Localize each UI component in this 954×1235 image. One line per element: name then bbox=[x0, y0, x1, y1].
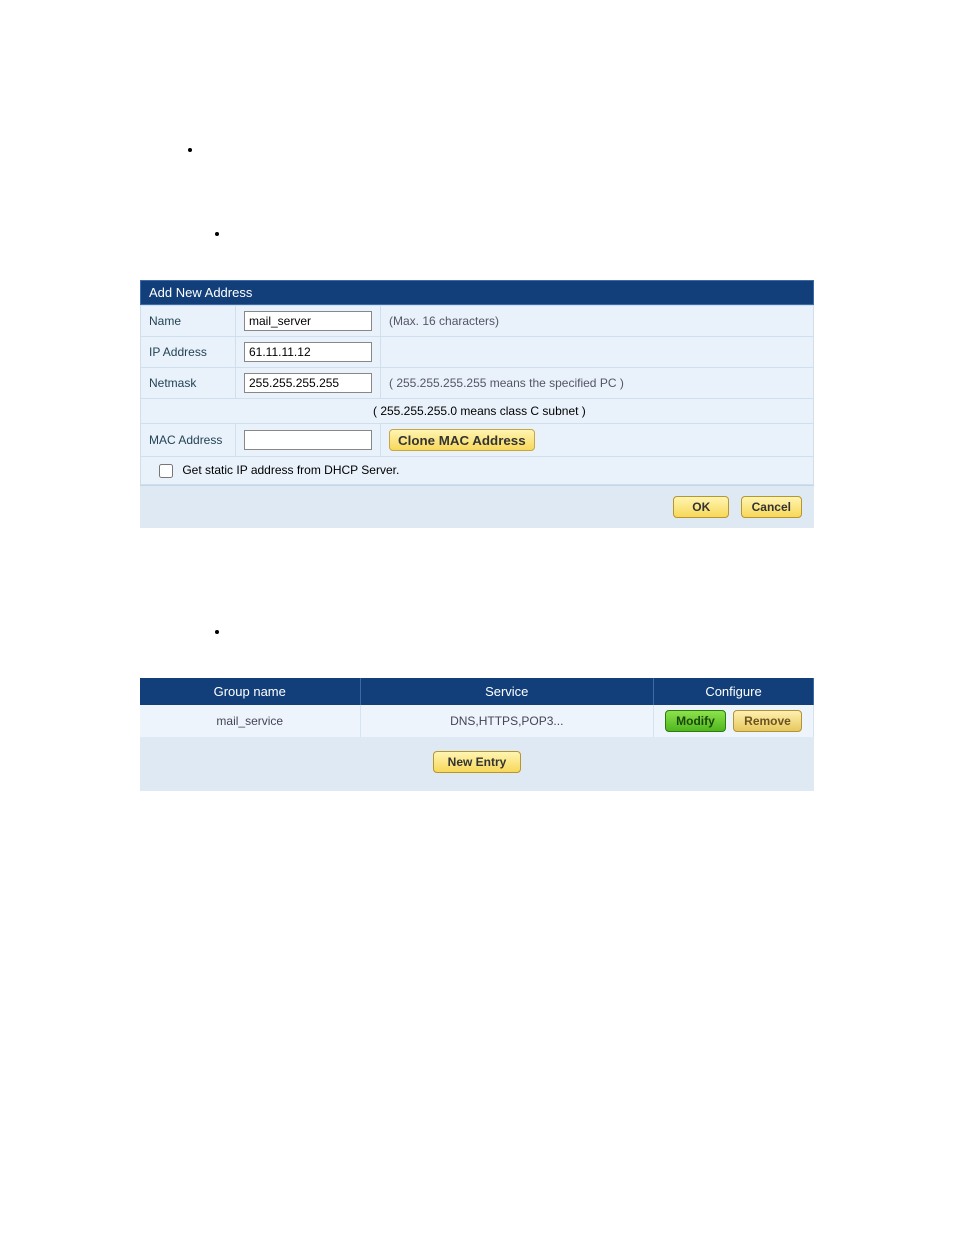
col-group-name: Group name bbox=[140, 678, 360, 705]
ip-label: IP Address bbox=[141, 337, 236, 368]
form-action-bar: OK Cancel bbox=[140, 485, 814, 528]
netmask-hint2: ( 255.255.255.0 means class C subnet ) bbox=[141, 399, 814, 424]
address-form-table: Name (Max. 16 characters) IP Address Net… bbox=[140, 305, 814, 485]
bullet-dot bbox=[215, 630, 219, 634]
dhcp-checkbox-label[interactable]: Get static IP address from DHCP Server. bbox=[159, 463, 399, 477]
service-group-panel: Group name Service Configure mail_servic… bbox=[140, 678, 814, 791]
netmask-input[interactable] bbox=[244, 373, 372, 393]
name-hint: (Max. 16 characters) bbox=[381, 306, 814, 337]
modify-button[interactable]: Modify bbox=[665, 710, 726, 732]
cancel-button[interactable]: Cancel bbox=[741, 496, 802, 518]
name-input[interactable] bbox=[244, 311, 372, 331]
cell-service: DNS,HTTPS,POP3... bbox=[360, 705, 654, 737]
remove-button[interactable]: Remove bbox=[733, 710, 802, 732]
bullet-dot bbox=[188, 148, 192, 152]
netmask-hint1: ( 255.255.255.255 means the specified PC… bbox=[381, 368, 814, 399]
netmask-label: Netmask bbox=[141, 368, 236, 399]
table-row: mail_service DNS,HTTPS,POP3... Modify Re… bbox=[140, 705, 814, 737]
ip-input[interactable] bbox=[244, 342, 372, 362]
cell-group-name: mail_service bbox=[140, 705, 360, 737]
col-configure: Configure bbox=[654, 678, 814, 705]
dhcp-checkbox[interactable] bbox=[159, 464, 173, 478]
service-group-table: Group name Service Configure mail_servic… bbox=[140, 678, 814, 737]
panel-title: Add New Address bbox=[140, 280, 814, 305]
ok-button[interactable]: OK bbox=[673, 496, 729, 518]
col-service: Service bbox=[360, 678, 654, 705]
name-label: Name bbox=[141, 306, 236, 337]
clone-mac-button[interactable]: Clone MAC Address bbox=[389, 429, 535, 451]
dhcp-label-text: Get static IP address from DHCP Server. bbox=[182, 463, 399, 477]
mac-input[interactable] bbox=[244, 430, 372, 450]
new-entry-bar: New Entry bbox=[140, 737, 814, 791]
mac-label: MAC Address bbox=[141, 424, 236, 457]
bullet-dot bbox=[215, 232, 219, 236]
add-new-address-panel: Add New Address Name (Max. 16 characters… bbox=[140, 280, 814, 528]
new-entry-button[interactable]: New Entry bbox=[433, 751, 522, 773]
